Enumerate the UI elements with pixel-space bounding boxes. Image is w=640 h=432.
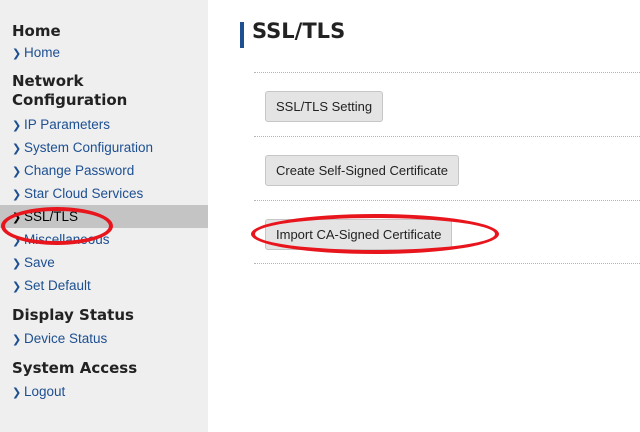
nav-item-system-configuration[interactable]: ❯ System Configuration [0, 136, 208, 159]
sidebar-nav: Home ❯ Home Network Configuration ❯ IP Par… [0, 0, 208, 432]
page-title: SSL/TLS [252, 19, 346, 43]
title-accent-bar [240, 22, 244, 48]
divider [254, 72, 640, 73]
chevron-right-icon: ❯ [12, 235, 22, 247]
nav-item-label: Home [24, 45, 61, 60]
nav-item-label: Star Cloud Services [24, 186, 144, 201]
divider [254, 263, 640, 264]
chevron-right-icon: ❯ [12, 166, 22, 178]
nav-item-label: System Configuration [24, 140, 154, 155]
chevron-right-icon: ❯ [12, 334, 22, 346]
nav-item-label: Device Status [24, 331, 108, 346]
nav-item-label: Set Default [24, 278, 91, 293]
chevron-right-icon: ❯ [12, 281, 22, 293]
section-title-home: Home [12, 22, 61, 40]
chevron-right-icon: ❯ [12, 189, 22, 201]
nav-item-ip-parameters[interactable]: ❯ IP Parameters [0, 113, 208, 136]
chevron-right-icon: ❯ [12, 120, 22, 132]
chevron-right-icon: ❯ [12, 48, 22, 60]
nav-item-logout[interactable]: ❯ Logout [0, 380, 208, 403]
section-title-system-access: System Access [12, 359, 138, 377]
nav-item-device-status[interactable]: ❯ Device Status [0, 327, 208, 350]
import-ca-signed-certificate-button[interactable]: Import CA-Signed Certificate [265, 219, 453, 250]
section-title-display-status: Display Status [12, 306, 134, 324]
nav-item-set-default[interactable]: ❯ Set Default [0, 274, 208, 297]
main-content: SSL/TLS SSL/TLS Setting Create Self-Sign… [208, 0, 640, 432]
nav-item-home[interactable]: ❯ Home [0, 41, 208, 64]
chevron-right-icon: ❯ [12, 387, 22, 399]
ssl-tls-setting-button[interactable]: SSL/TLS Setting [265, 91, 384, 122]
nav-item-label: Change Password [24, 163, 135, 178]
nav-item-label: IP Parameters [24, 117, 111, 132]
nav-item-miscellaneous[interactable]: ❯ Miscellaneous [0, 228, 208, 251]
nav-item-label: Logout [24, 384, 66, 399]
nav-item-label: Miscellaneous [24, 232, 110, 247]
nav-item-change-password[interactable]: ❯ Change Password [0, 159, 208, 182]
chevron-right-icon: ❯ [12, 258, 22, 270]
nav-item-save[interactable]: ❯ Save [0, 251, 208, 274]
divider [254, 136, 640, 137]
nav-item-label: SSL/TLS [24, 209, 79, 224]
create-self-signed-certificate-button[interactable]: Create Self-Signed Certificate [265, 155, 459, 186]
divider [254, 200, 640, 201]
nav-item-label: Save [24, 255, 55, 270]
nav-item-ssl-tls[interactable]: ❯ SSL/TLS [0, 205, 208, 228]
nav-item-star-cloud-services[interactable]: ❯ Star Cloud Services [0, 182, 208, 205]
chevron-right-icon: ❯ [12, 212, 22, 224]
chevron-right-icon: ❯ [12, 143, 22, 155]
section-title-network-configuration: Network Configuration [12, 72, 128, 109]
